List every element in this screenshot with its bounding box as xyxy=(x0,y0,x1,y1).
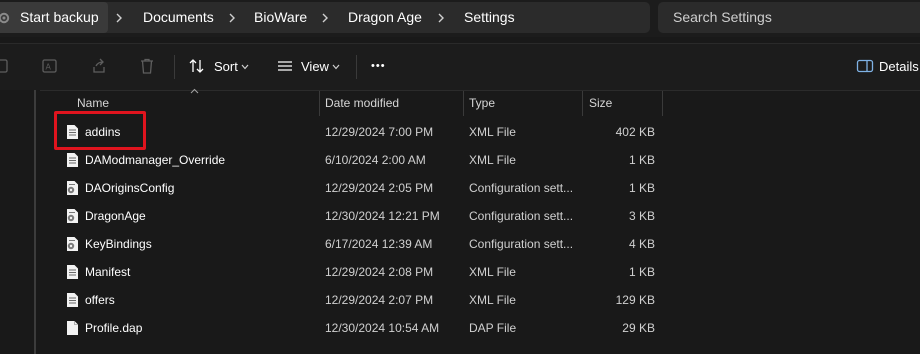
sort-indicator-icon xyxy=(190,88,199,94)
file-type: XML File xyxy=(469,293,516,307)
toolbar-divider xyxy=(174,55,175,79)
breadcrumb-label: Start backup xyxy=(20,9,99,25)
file-row[interactable]: DAOriginsConfig 12/29/2024 2:05 PM Configu… xyxy=(46,174,920,202)
file-explorer-window: Start backup Documents BioWare Dragon Ag… xyxy=(0,0,920,354)
xml-file-icon xyxy=(67,153,78,167)
list-top-border xyxy=(0,90,920,91)
file-date-modified: 12/30/2024 12:21 PM xyxy=(325,209,440,223)
file-type: XML File xyxy=(469,153,516,167)
breadcrumb-documents[interactable]: Documents xyxy=(143,2,214,33)
file-row[interactable]: Manifest 12/29/2024 2:08 PM XML File 1 KB xyxy=(46,258,920,286)
file-row[interactable]: Profile.dap 12/30/2024 10:54 AM DAP File 29… xyxy=(46,314,920,342)
file-date-modified: 6/10/2024 2:00 AM xyxy=(325,153,426,167)
file-name: Manifest xyxy=(85,265,131,279)
file-date-modified: 12/29/2024 2:08 PM xyxy=(325,265,434,279)
view-button[interactable]: View xyxy=(301,43,329,90)
file-date-modified: 12/29/2024 7:00 PM xyxy=(325,125,434,139)
sort-icon[interactable] xyxy=(188,57,206,75)
file-type: Configuration sett... xyxy=(469,209,574,223)
search-input[interactable]: Search Settings xyxy=(658,2,920,33)
sort-button[interactable]: Sort xyxy=(214,43,238,90)
file-type: XML File xyxy=(469,265,516,279)
search-placeholder: Search Settings xyxy=(673,9,772,25)
command-bar: A Sort View ••• Details xyxy=(0,43,920,90)
file-size: 29 KB xyxy=(622,321,655,335)
chevron-right-icon xyxy=(229,13,235,23)
file-date-modified: 12/29/2024 2:05 PM xyxy=(325,181,434,195)
file-row[interactable]: KeyBindings 6/17/2024 12:39 AM Configurati… xyxy=(46,230,920,258)
column-header-date[interactable]: Date modified xyxy=(325,91,399,115)
xml-file-icon xyxy=(67,265,78,279)
chevron-right-icon xyxy=(116,13,122,23)
view-icon[interactable] xyxy=(276,57,294,75)
file-list: Name Date modified Type Size addins 12/29… xyxy=(0,88,920,354)
copy-icon[interactable] xyxy=(0,57,12,75)
column-header-type[interactable]: Type xyxy=(469,91,495,115)
column-separator[interactable] xyxy=(582,91,583,116)
file-type: Configuration sett... xyxy=(469,181,574,195)
chevron-down-icon xyxy=(332,64,340,70)
file-date-modified: 12/30/2024 10:54 AM xyxy=(325,321,440,335)
file-type: XML File xyxy=(469,125,516,139)
file-name: KeyBindings xyxy=(85,237,152,251)
breadcrumb-bioware[interactable]: BioWare xyxy=(254,2,307,33)
generic-file-icon xyxy=(67,321,78,335)
rename-icon[interactable]: A xyxy=(41,57,59,75)
config-file-icon xyxy=(67,181,78,195)
chevron-down-icon xyxy=(241,64,249,70)
file-type: DAP File xyxy=(469,321,517,335)
breadcrumb-dragon-age[interactable]: Dragon Age xyxy=(348,2,422,33)
breadcrumb-start-backup[interactable]: Start backup xyxy=(0,2,108,33)
file-row[interactable]: DragonAge 12/30/2024 12:21 PM Configuratio… xyxy=(46,202,920,230)
file-name: addins xyxy=(85,125,121,139)
file-type: Configuration sett... xyxy=(469,237,574,251)
file-name: Profile.dap xyxy=(85,321,143,335)
file-size: 1 KB xyxy=(628,153,655,167)
file-name: offers xyxy=(85,293,115,307)
column-header-name[interactable]: Name xyxy=(77,91,109,115)
chevron-right-icon xyxy=(438,13,444,23)
column-separator[interactable] xyxy=(463,91,464,116)
file-date-modified: 12/29/2024 2:07 PM xyxy=(325,293,434,307)
details-pane-icon[interactable] xyxy=(856,57,874,75)
address-bar-row: Start backup Documents BioWare Dragon Ag… xyxy=(0,0,920,37)
config-file-icon xyxy=(67,209,78,223)
column-header-size[interactable]: Size xyxy=(589,91,612,115)
delete-icon[interactable] xyxy=(138,57,156,75)
file-name: DragonAge xyxy=(85,209,146,223)
xml-file-icon xyxy=(67,125,78,139)
xml-file-icon xyxy=(67,293,78,307)
address-bar[interactable]: Start backup Documents BioWare Dragon Ag… xyxy=(0,2,650,33)
file-size: 1 KB xyxy=(628,265,655,279)
file-row[interactable]: offers 12/29/2024 2:07 PM XML File 129 KB xyxy=(46,286,920,314)
details-button[interactable]: Details xyxy=(879,43,919,90)
breadcrumb-settings[interactable]: Settings xyxy=(464,2,515,33)
chevron-right-icon xyxy=(322,13,328,23)
file-name: DAOriginsConfig xyxy=(85,181,175,195)
more-options-button[interactable]: ••• xyxy=(371,43,386,90)
file-size: 4 KB xyxy=(628,237,655,251)
config-file-icon xyxy=(67,237,78,251)
file-size: 402 KB xyxy=(615,125,655,139)
file-size: 3 KB xyxy=(628,209,655,223)
file-row[interactable]: DAModmanager_Override 6/10/2024 2:00 AM XM… xyxy=(46,146,920,174)
file-size: 1 KB xyxy=(628,181,655,195)
share-icon[interactable] xyxy=(90,57,108,75)
svg-text:A: A xyxy=(46,63,52,72)
file-row[interactable]: addins 12/29/2024 7:00 PM XML File 402 KB xyxy=(46,118,920,146)
gear-icon xyxy=(0,12,10,24)
toolbar-divider xyxy=(356,55,357,79)
file-size: 129 KB xyxy=(615,293,655,307)
file-name: DAModmanager_Override xyxy=(85,153,226,167)
column-separator[interactable] xyxy=(662,91,663,116)
file-date-modified: 6/17/2024 12:39 AM xyxy=(325,237,433,251)
toolbar-top-border xyxy=(0,43,920,44)
column-separator[interactable] xyxy=(319,91,320,116)
navigation-pane-scrollbar[interactable] xyxy=(34,90,36,354)
